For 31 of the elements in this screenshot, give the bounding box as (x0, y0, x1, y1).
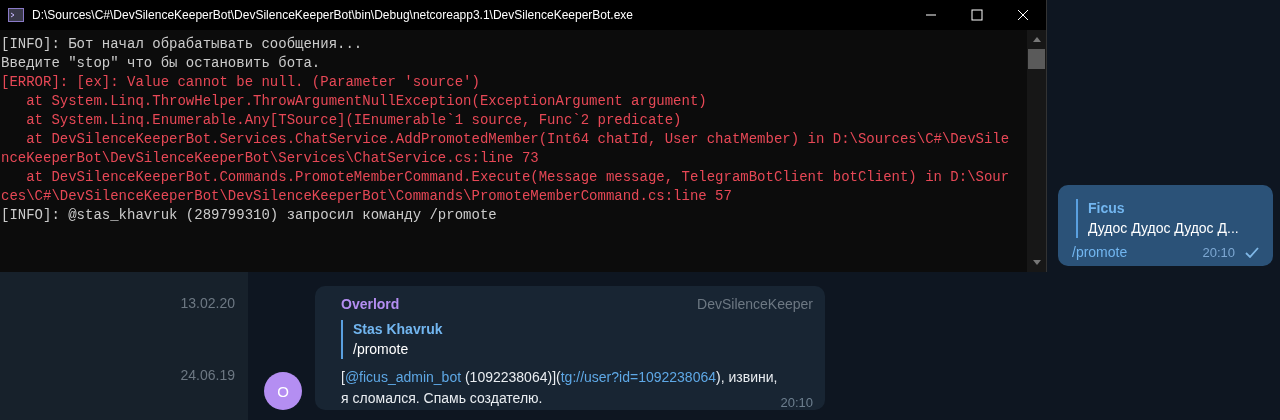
console-line: [INFO]: Бот начал обрабатывать сообщения... (1, 35, 364, 54)
reply-author: Stas Khavruk (353, 320, 444, 339)
console-line: at DevSilenceKeeperBot.Commands.PromoteMemberCommand.Execute(Message message, TelegramBotClient botClient) in D:\Sour (25, 168, 1011, 187)
message-text: [@ficus_admin_bot (1092238064)](tg://user?id=1092238064), извини, я сломался. Спамь создателю. (341, 368, 779, 408)
console-line: [ERROR]: [ex]: Value cannot be null. (Parameter 'source') (1, 73, 481, 92)
console-line: at System.Linq.ThrowHelper.ThrowArgumentNullException(ExceptionArgument argument) (25, 92, 708, 111)
console-line: Введите "stop" что бы остановить бота. (1, 54, 322, 73)
console-icon (8, 8, 24, 22)
scroll-down-icon[interactable] (1032, 260, 1041, 265)
author-name: Overlord (341, 295, 400, 314)
link[interactable]: @ficus_admin_bot (344, 369, 462, 385)
reply-text: /promote (353, 340, 410, 359)
avatar: O (264, 372, 302, 410)
message-text: /promote (1072, 244, 1128, 260)
scroll-up-icon[interactable] (1032, 37, 1041, 42)
console-line: nceKeeperBot\DevSilenceKeeperBot\Services\ChatService.cs:line 73 (1, 149, 540, 168)
console-line: [INFO]: @stas_khavruk (289799310) запросил команду /promote (1, 206, 498, 225)
scrollbar[interactable] (1027, 30, 1046, 272)
message-time: 20:10 (780, 395, 813, 410)
chat-name: DevSilenceKeeper (697, 295, 813, 314)
console-line: at DevSilenceKeeperBot.Services.ChatService.AddPromotedMember(Int64 chatId, User chatMember) in D:\Sources\C#\DevSile (25, 130, 1011, 149)
window-title: D:\Sources\C#\DevSilenceKeeperBot\DevSilenceKeeperBot\bin\Debug\netcoreapp3.1\DevSilenceKeeperBot.exe (32, 8, 635, 22)
chat-date: 24.06.19 (180, 367, 235, 383)
console-line: ces\C#\DevSilenceKeeperBot\DevSilenceKeeperBot\Commands\PromoteMemberCommand.cs:line 57 (1, 187, 733, 206)
scrollbar-thumb[interactable] (1028, 49, 1045, 69)
message-time: 20:10 (1202, 244, 1235, 260)
reply-author: Ficus (1088, 199, 1126, 218)
console-line: at System.Linq.Enumerable.Any[TSource](IEnumerable`1 source, Func`2 predicate) (25, 111, 683, 130)
chat-date: 13.02.20 (180, 295, 235, 311)
link[interactable]: tg://user?id=1092238064 (560, 369, 716, 385)
reply-text: Дудос Дудос Дудос Д... (1088, 219, 1240, 238)
